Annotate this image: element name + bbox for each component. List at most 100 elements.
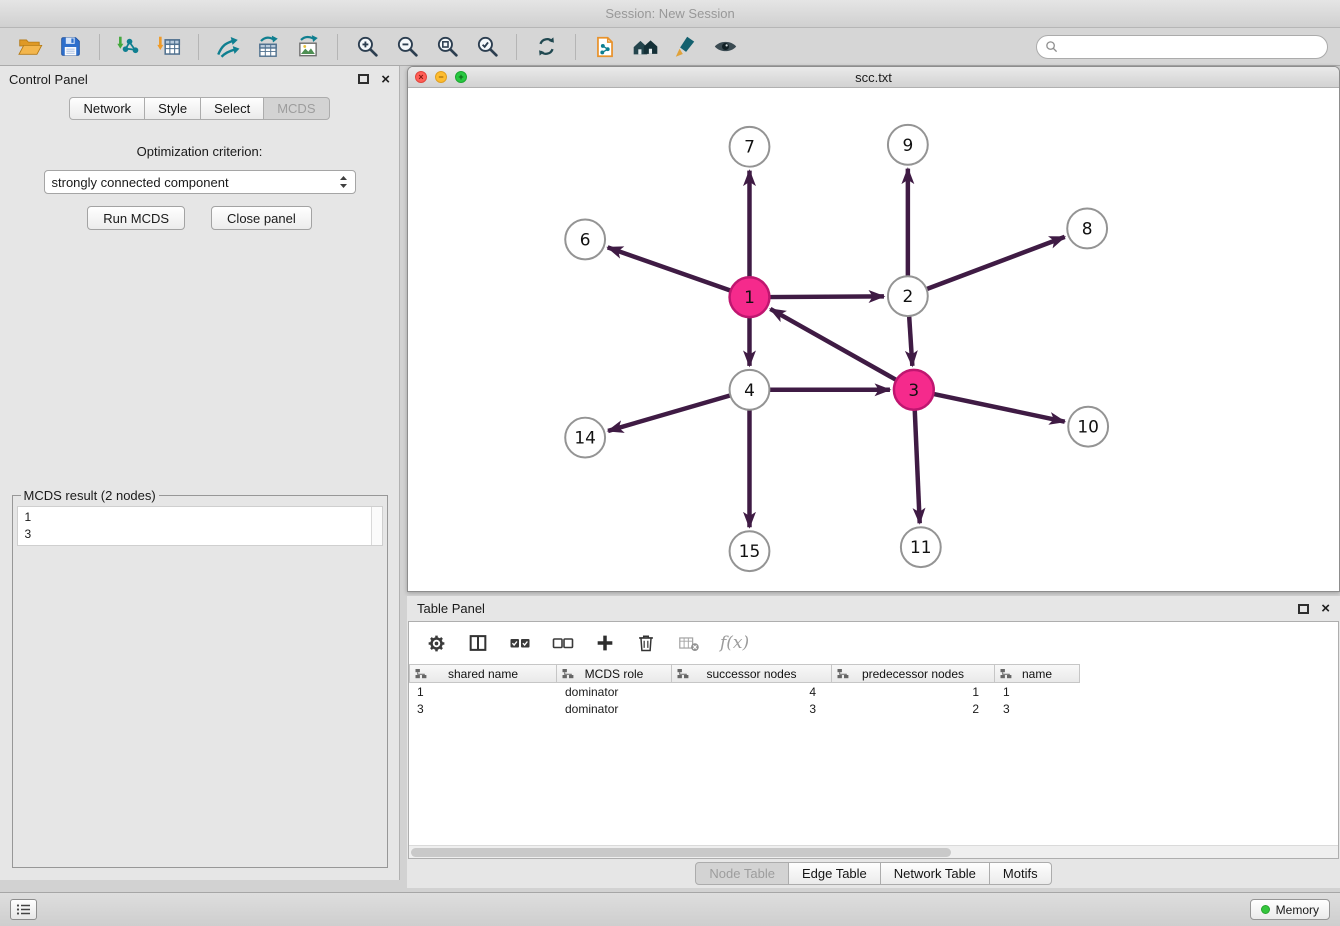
run-mcds-button[interactable]: Run MCDS — [87, 206, 185, 230]
delete-column-button[interactable] — [635, 632, 657, 654]
export-network-button[interactable] — [210, 31, 246, 63]
scrollbar-thumb[interactable] — [411, 848, 951, 857]
graph-node-1[interactable]: 1 — [730, 277, 770, 317]
table-row[interactable]: 1 dominator 4 1 1 — [409, 683, 1338, 700]
minimize-window-icon[interactable] — [435, 71, 447, 83]
column-header-successor-nodes[interactable]: successor nodes — [672, 664, 832, 683]
graph-node-11[interactable]: 11 — [901, 527, 941, 567]
mcds-result-title: MCDS result (2 nodes) — [21, 488, 159, 503]
column-header-shared-name[interactable]: shared name — [409, 664, 557, 683]
graph-node-6[interactable]: 6 — [565, 219, 605, 259]
cell-shared-name[interactable]: 3 — [409, 700, 557, 717]
import-network-button[interactable] — [111, 31, 147, 63]
tab-motifs[interactable]: Motifs — [990, 862, 1052, 885]
tab-mcds[interactable]: MCDS — [264, 97, 329, 120]
mcds-result-area[interactable]: 1 3 — [17, 506, 383, 546]
column-header-name[interactable]: name — [995, 664, 1080, 683]
graph-edge-3-1[interactable] — [770, 309, 896, 380]
close-panel-icon[interactable] — [1321, 601, 1330, 616]
graph-node-label: 4 — [744, 380, 755, 400]
graph-node-label: 11 — [910, 537, 932, 557]
graph-edge-2-3[interactable] — [909, 316, 912, 366]
float-panel-icon[interactable] — [358, 74, 369, 84]
column-header-predecessor-nodes[interactable]: predecessor nodes — [832, 664, 995, 683]
graph-edge-2-8[interactable] — [926, 237, 1064, 289]
graph-node-2[interactable]: 2 — [888, 276, 928, 316]
graph-edge-4-14[interactable] — [608, 395, 730, 431]
open-network-document-button[interactable] — [587, 31, 623, 63]
task-history-button[interactable] — [10, 899, 37, 920]
home-button[interactable] — [627, 31, 663, 63]
zoom-fit-button[interactable] — [429, 31, 465, 63]
close-panel-icon[interactable] — [381, 72, 390, 87]
search-input[interactable] — [1063, 40, 1319, 54]
open-folder-icon — [17, 34, 43, 60]
cell-mcds-role[interactable]: dominator — [557, 683, 672, 700]
graph-edge-1-6[interactable] — [608, 247, 731, 290]
column-icon — [677, 668, 689, 680]
zoom-window-icon[interactable] — [455, 71, 467, 83]
result-scrollbar[interactable] — [371, 507, 382, 545]
tab-network[interactable]: Network — [69, 97, 145, 120]
table-settings-button[interactable] — [425, 632, 448, 655]
graph-node-10[interactable]: 10 — [1068, 407, 1108, 447]
select-all-rows-button[interactable] — [508, 631, 532, 655]
tab-select[interactable]: Select — [201, 97, 264, 120]
refresh-button[interactable] — [528, 31, 564, 63]
show-graphics-details-button[interactable] — [707, 31, 743, 63]
cell-name[interactable]: 1 — [995, 683, 1080, 700]
table-row[interactable]: 3 dominator 3 2 3 — [409, 700, 1338, 717]
cell-successor-nodes[interactable]: 4 — [672, 683, 832, 700]
tab-node-table[interactable]: Node Table — [695, 862, 789, 885]
export-table-button[interactable] — [250, 31, 286, 63]
network-canvas[interactable]: 7 9 6 8 1 2 4 3 14 10 15 11 — [408, 88, 1339, 591]
tab-style[interactable]: Style — [145, 97, 201, 120]
cell-predecessor-nodes[interactable]: 2 — [832, 700, 995, 717]
show-columns-button[interactable] — [467, 632, 489, 654]
open-session-button[interactable] — [12, 31, 48, 63]
zoom-out-button[interactable] — [389, 31, 425, 63]
toolbar-separator — [337, 34, 338, 60]
criterion-dropdown[interactable]: strongly connected component — [44, 170, 356, 194]
network-window-titlebar: scc.txt — [408, 67, 1339, 88]
graph-edge-3-10[interactable] — [933, 394, 1064, 422]
graph-node-15[interactable]: 15 — [730, 531, 770, 571]
style-brush-button[interactable] — [667, 31, 703, 63]
graph-node-9[interactable]: 9 — [888, 125, 928, 165]
deselect-all-rows-button[interactable] — [551, 631, 575, 655]
select-all-icon — [508, 631, 532, 655]
graph-node-4[interactable]: 4 — [730, 370, 770, 410]
create-column-button[interactable] — [594, 632, 616, 654]
graph-node-8[interactable]: 8 — [1067, 209, 1107, 249]
graph-node-3[interactable]: 3 — [894, 370, 934, 410]
zoom-selected-button[interactable] — [469, 31, 505, 63]
import-table-button[interactable] — [151, 31, 187, 63]
zoom-in-button[interactable] — [349, 31, 385, 63]
graph-node-label: 15 — [739, 541, 761, 561]
toolbar-separator — [198, 34, 199, 60]
cell-shared-name[interactable]: 1 — [409, 683, 557, 700]
column-header-mcds-role[interactable]: MCDS role — [557, 664, 672, 683]
graph-edge-1-2[interactable] — [769, 296, 884, 297]
export-image-button[interactable] — [290, 31, 326, 63]
close-panel-button[interactable]: Close panel — [211, 206, 312, 230]
graph-node-7[interactable]: 7 — [730, 127, 770, 167]
tab-network-table[interactable]: Network Table — [881, 862, 990, 885]
main-toolbar — [0, 28, 1340, 66]
cell-predecessor-nodes[interactable]: 1 — [832, 683, 995, 700]
control-panel-title: Control Panel — [9, 72, 88, 87]
float-panel-icon[interactable] — [1298, 604, 1309, 614]
tab-edge-table[interactable]: Edge Table — [789, 862, 881, 885]
cell-successor-nodes[interactable]: 3 — [672, 700, 832, 717]
cell-name[interactable]: 3 — [995, 700, 1080, 717]
table-horizontal-scrollbar[interactable] — [409, 845, 1338, 858]
cell-mcds-role[interactable]: dominator — [557, 700, 672, 717]
memory-status-icon — [1261, 905, 1270, 914]
save-session-button[interactable] — [52, 31, 88, 63]
memory-button[interactable]: Memory — [1250, 899, 1330, 920]
graph-edge-3-11[interactable] — [915, 410, 920, 524]
graph-node-14[interactable]: 14 — [565, 418, 605, 458]
network-graph[interactable]: 7 9 6 8 1 2 4 3 14 10 15 11 — [408, 88, 1339, 591]
toolbar-search[interactable] — [1036, 35, 1328, 59]
close-window-icon[interactable] — [415, 71, 427, 83]
